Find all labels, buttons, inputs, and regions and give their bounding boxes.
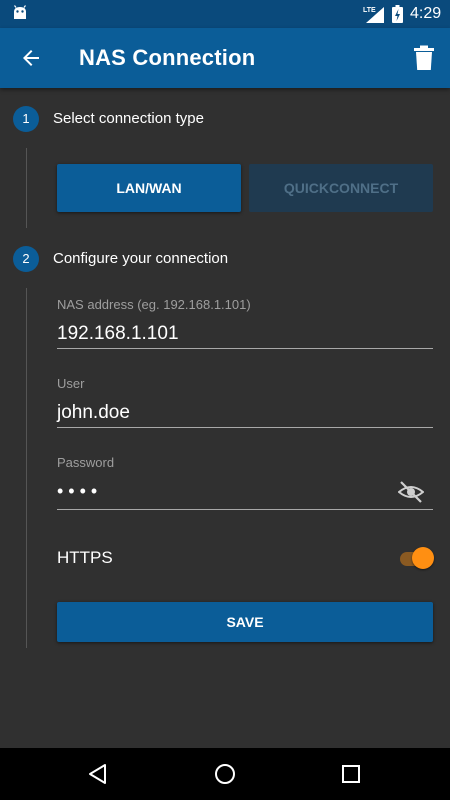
user-label: User	[57, 376, 85, 391]
nas-address-input[interactable]: 192.168.1.101	[57, 323, 179, 345]
password-input[interactable]: ••••	[57, 481, 102, 502]
page-title: NAS Connection	[79, 45, 256, 70]
status-bar: LTE 4:29	[0, 0, 450, 28]
https-label: HTTPS	[57, 548, 113, 567]
visibility-off-icon[interactable]	[398, 480, 424, 504]
back-arrow-icon[interactable]	[19, 46, 43, 70]
save-button[interactable]: SAVE	[57, 602, 433, 642]
lte-signal-icon: LTE	[363, 7, 384, 23]
lte-label: LTE	[363, 7, 376, 14]
trash-icon[interactable]	[412, 45, 436, 71]
nas-address-label: NAS address (eg. 192.168.1.101)	[57, 297, 251, 312]
password-label: Password	[57, 455, 115, 470]
nav-home-icon[interactable]	[213, 762, 237, 786]
password-underline	[57, 509, 433, 510]
step-2-title: Configure your connection	[53, 250, 229, 267]
nas-address-underline	[57, 348, 433, 349]
status-time: 4:29	[410, 5, 442, 22]
https-toggle-thumb	[412, 547, 434, 569]
step-1-badge: 1	[13, 106, 39, 132]
user-underline	[57, 427, 433, 428]
user-input[interactable]: john.doe	[57, 402, 130, 424]
https-toggle[interactable]	[398, 545, 436, 571]
step-2-badge: 2	[13, 246, 39, 272]
app-bar: NAS Connection	[0, 28, 450, 88]
step-1-connector	[26, 148, 27, 228]
quickconnect-button[interactable]: QUICKCONNECT	[249, 164, 433, 212]
step-1-title: Select connection type	[53, 110, 204, 127]
nav-recents-icon[interactable]	[339, 762, 363, 786]
lan-wan-button[interactable]: LAN/WAN	[57, 164, 241, 212]
navigation-bar	[0, 748, 450, 800]
nav-back-icon[interactable]	[86, 762, 110, 786]
battery-charging-icon	[392, 5, 403, 23]
android-debug-icon	[14, 5, 26, 19]
step-2-connector	[26, 288, 27, 648]
